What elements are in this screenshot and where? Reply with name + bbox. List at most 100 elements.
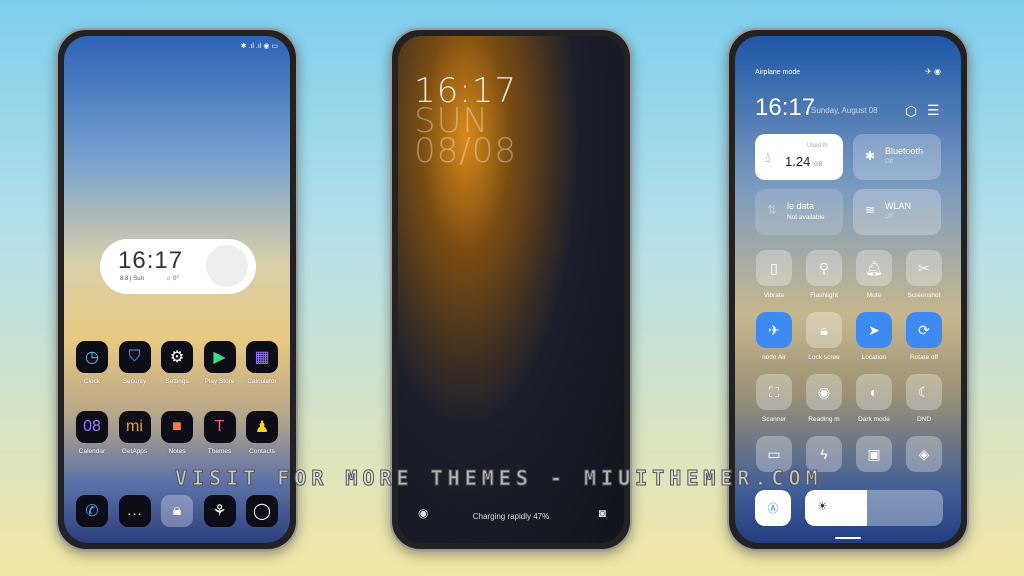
mobile-data-card[interactable]: ⇅ le data Not available [755,189,843,235]
widget-weather: ☼ 0° [166,276,179,282]
tile-rotate-off[interactable]: ⟳ [906,312,942,348]
gallery-icon: ⚘ [203,495,236,527]
shield-icon: ⛉ [118,341,151,373]
status-bar: ✱ .ıl .ıl ◉ ▭ [240,43,278,50]
app-themes[interactable]: T Themes [199,411,241,455]
tile-location[interactable]: ➤ [856,312,892,348]
themes-icon: T [203,411,236,443]
tile-icon: ➤ [868,321,880,338]
mi-icon: mi [118,411,151,443]
calendar-icon: 08 [76,411,108,443]
mobile-data-icon: ⇅ [767,203,778,217]
tile-icon: ◉ [817,383,831,400]
contacts-icon: ♟ [246,411,278,443]
sun-icon: ☀ [805,490,868,526]
wlan-label: WLAN [885,201,912,211]
data-title: Used th [807,143,828,149]
cc-time: 16:17 [755,94,816,121]
app-contacts[interactable]: ♟ Contacts [241,411,283,455]
tile-icon: ◐ [869,384,879,400]
tile-screenshot[interactable]: ✂ [906,250,942,286]
tile-icon: ✈ [768,321,780,338]
cc-date: Sunday, August 08 [811,106,878,115]
tile-label: Rotate off [909,354,939,361]
charging-status: Charging rapidly 47% [472,512,550,521]
camera-icon: ◯ [246,495,278,527]
lock-clock: 16:17 SUN 08/08 [414,74,517,171]
lock-icon: 🔒︎ [161,495,193,527]
tile-icon: ◈ [918,445,930,462]
auto-brightness-button[interactable]: Ⓐ [755,490,791,526]
brightness-slider[interactable]: ☀ [805,490,943,526]
analog-clock-icon [206,245,248,287]
tile-icon: ✂ [918,259,930,276]
mobile-data-label: le data [787,201,815,211]
app-getapps[interactable]: mi GetApps [114,411,156,455]
gear-icon: ⚙ [161,341,193,373]
tile-icon: ϟ [820,446,828,462]
mobile-data-state: Not available [787,214,825,221]
tile-lock-scree[interactable]: 🔒︎ [806,312,842,348]
messages-icon: … [118,495,151,527]
clock-icon: ◷ [76,341,108,373]
app-settings[interactable]: ⚙ Settings [156,341,198,385]
wlan-state: Off [885,214,893,220]
tile-icon: ⟳ [918,321,930,338]
widget-time: 16:17 [118,247,184,274]
data-value: 1.24 GB [785,154,823,169]
tile-toggle[interactable]: ◈ [906,436,942,472]
tile-icon: 🔔︎ [865,259,883,276]
widget-date: 8.8 | Sun [120,276,144,282]
tile-dark-mode[interactable]: ◐ [856,374,892,410]
bluetooth-icon: ✱ [865,149,876,163]
tile-node-air[interactable]: ✈ [756,312,792,348]
watermark: VISIT FOR MORE THEMES - MIUITHEMER.COM [175,466,823,491]
tile-reading-m[interactable]: ◉ [806,374,842,410]
tile-icon: ▭ [767,445,781,462]
calculator-icon: ▦ [246,341,278,373]
tile-vibrate[interactable]: ▯ [756,250,792,286]
bluetooth-label: Bluetooth [885,146,924,156]
lock-date: 08/08 [414,131,517,171]
status-airplane: Airplane mode [755,69,801,76]
app-calculator[interactable]: ▦ Calculator [241,341,283,385]
camera-icon[interactable]: ◙ [599,506,606,520]
data-usage-card[interactable]: 💧︎ Used th 1.24 GB [755,134,843,180]
tile-dnd[interactable]: ☾ [906,374,942,410]
bluetooth-card[interactable]: ✱ Bluetooth Off [853,134,941,180]
notes-icon: ■ [161,411,193,443]
tile-icon: ⛶ [769,383,779,400]
settings-icon[interactable]: ⬡ [905,103,917,120]
dock-item[interactable]: ⚘ [199,495,241,527]
tile-scanner[interactable]: ⛶ [756,374,792,410]
bluetooth-state: Off [885,159,893,165]
status-icons: ✈ ◉ [925,67,941,76]
tile-flashlight[interactable]: ⚲ [806,250,842,286]
menu-icon[interactable]: ☰ [927,102,940,119]
dock-item[interactable]: … [114,495,156,527]
water-drop-icon: 💧︎ [765,149,771,165]
play-store-icon: ▶ [203,341,236,373]
dock-item[interactable]: 🔒︎ [156,495,198,527]
tile-label: DND [916,416,932,423]
app-calendar[interactable]: 08 Calendar [71,411,113,455]
app-notes[interactable]: ■ Notes [156,411,198,455]
app-clock[interactable]: ◷ Clock [71,341,113,385]
tile-icon: ▯ [770,259,778,276]
wlan-card[interactable]: ≋ WLAN Off [853,189,941,235]
tile-icon: ☾ [917,383,931,400]
tile-label: Screenshot [907,292,941,299]
tile-icon: ⚲ [818,259,830,276]
home-indicator[interactable] [835,537,861,539]
tile-mute[interactable]: 🔔︎ [856,250,892,286]
dock-item[interactable]: ✆ [71,495,113,527]
dock-item[interactable]: ◯ [241,495,283,527]
wifi-icon: ≋ [865,203,876,217]
clock-widget[interactable]: 16:17 8.8 | Sun ☼ 0° [100,239,256,294]
tile-icon: 🔒︎ [820,321,828,338]
app-play-store[interactable]: ▶ Play Store [199,341,241,385]
tile-icon: ▣ [867,445,881,462]
app-security[interactable]: ⛉ Security [114,341,156,385]
phone-icon: ✆ [76,495,108,527]
tile-toggle[interactable]: ▣ [856,436,892,472]
